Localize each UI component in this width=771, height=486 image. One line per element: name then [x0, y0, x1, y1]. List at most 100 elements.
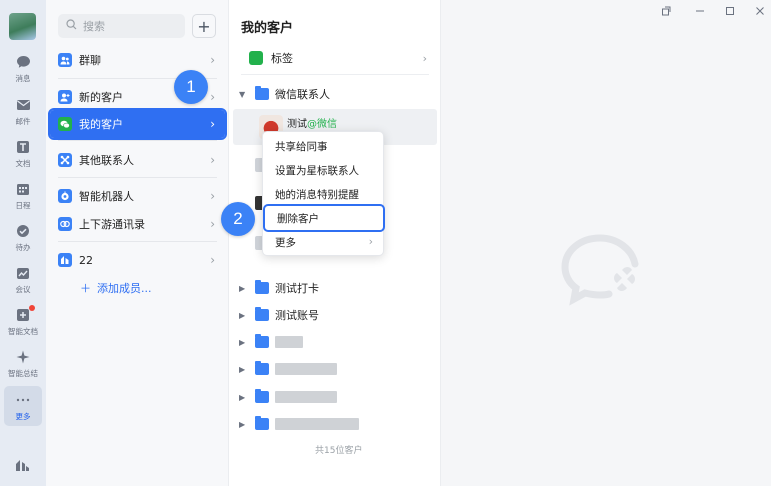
pin-icon[interactable]: [655, 2, 677, 20]
rail-label: 智能文档: [8, 327, 38, 336]
link-icon: [58, 217, 72, 231]
nav-item-supply-chain[interactable]: 上下游通讯录 ›: [50, 210, 225, 238]
nav-item-group-chat[interactable]: 群聊 ›: [50, 46, 225, 74]
add-button-label: +: [197, 16, 211, 36]
caret-right-icon: ▶: [239, 310, 246, 320]
close-icon[interactable]: [749, 2, 771, 20]
caret-down-icon: ▼: [239, 89, 246, 99]
tag-label: 标签: [271, 52, 293, 65]
group-row-redacted[interactable]: ▶: [235, 385, 435, 409]
add-member-link[interactable]: ＋ 添加成员...: [80, 280, 152, 296]
caret-right-icon: ▶: [239, 283, 246, 293]
step-badge-1: 1: [174, 70, 208, 104]
todo-check-icon: [15, 223, 31, 239]
search-input[interactable]: 搜索: [58, 14, 185, 38]
divider: [241, 74, 429, 75]
divider: [58, 177, 217, 178]
add-member-label: 添加成员...: [97, 282, 152, 295]
notification-dot: [29, 305, 35, 311]
nav-item-my-customers[interactable]: 我的客户 ›: [48, 108, 227, 140]
caret-right-icon: ▶: [239, 419, 246, 429]
redacted-label: [275, 418, 359, 430]
customer-count: 共15位客户: [315, 446, 363, 456]
menu-item-delete-customer[interactable]: 删除客户: [263, 204, 385, 232]
calendar-icon: [15, 181, 31, 197]
group-chat-icon: [58, 53, 72, 67]
group-label: 微信联系人: [275, 88, 330, 101]
menu-item-label: 共享给同事: [275, 140, 328, 153]
chevron-right-icon: ›: [210, 117, 215, 131]
menu-item-more[interactable]: 更多 ›: [263, 230, 383, 254]
rail-item-todo[interactable]: 待办: [4, 217, 42, 257]
menu-item-special-reminder[interactable]: 她的消息特别提醒: [263, 182, 383, 206]
folder-icon: [255, 86, 269, 100]
user-avatar[interactable]: [9, 13, 36, 40]
chevron-right-icon: ›: [210, 53, 215, 67]
document-icon: [15, 139, 31, 155]
detail-panel: [441, 0, 771, 486]
rail-item-smart-summary[interactable]: 智能总结: [4, 343, 42, 383]
organization-icon: [58, 253, 72, 267]
add-button[interactable]: +: [192, 14, 216, 38]
group-row-redacted[interactable]: ▶: [235, 357, 435, 381]
rail-item-messages[interactable]: 消息: [4, 48, 42, 88]
robot-icon: [58, 189, 72, 203]
tag-icon: [249, 51, 263, 65]
rail-label: 文档: [15, 159, 31, 168]
left-rail: 消息 邮件 文档 日程 待办 会议 智能文档 智能总结 更多: [0, 0, 46, 486]
group-wechat-contacts[interactable]: ▼ 微信联系人: [235, 82, 435, 106]
nav-item-org-22[interactable]: 22 ›: [50, 246, 225, 274]
rail-item-smart-doc[interactable]: 智能文档: [4, 301, 42, 341]
nav-item-label: 我的客户: [79, 118, 123, 131]
nav-item-label: 智能机器人: [79, 190, 134, 203]
nav-item-label: 其他联系人: [79, 154, 134, 167]
page-title: 我的客户: [241, 21, 294, 36]
rail-item-meeting[interactable]: 会议: [4, 259, 42, 299]
step-number: 2: [233, 209, 243, 228]
group-row[interactable]: ▶ 测试账号: [235, 303, 435, 327]
folder-icon: [255, 307, 269, 321]
rail-label: 消息: [15, 74, 31, 83]
group-row-redacted[interactable]: ▶: [235, 412, 435, 436]
group-row[interactable]: ▶ 测试打卡: [235, 276, 435, 300]
step-number: 1: [186, 77, 196, 96]
caret-right-icon: ▶: [239, 364, 246, 374]
caret-right-icon: ▶: [239, 337, 246, 347]
group-label: 测试账号: [275, 309, 319, 322]
plus-icon: ＋: [80, 282, 91, 295]
menu-item-label: 删除客户: [277, 212, 319, 225]
menu-item-label: 更多: [275, 236, 296, 249]
contact-name-text: 测试: [287, 119, 307, 130]
nav-item-label: 22: [79, 253, 93, 267]
rail-label: 邮件: [15, 117, 31, 126]
nav-item-smart-robot[interactable]: 智能机器人 ›: [50, 182, 225, 210]
chevron-right-icon: ›: [368, 236, 373, 248]
chevron-right-icon: ›: [210, 153, 215, 167]
divider: [58, 140, 217, 141]
caret-right-icon: ▶: [239, 392, 246, 402]
rail-item-docs[interactable]: 文档: [4, 133, 42, 173]
folder-icon: [255, 280, 269, 294]
new-customer-icon: [58, 90, 72, 104]
minimize-icon[interactable]: [689, 2, 711, 20]
chevron-right-icon: ›: [422, 51, 427, 65]
rail-item-more[interactable]: 更多: [4, 386, 42, 426]
chevron-right-icon: ›: [210, 90, 215, 104]
tag-row[interactable]: 标签 ›: [235, 46, 431, 70]
other-contacts-icon: [58, 153, 72, 167]
rail-item-mail[interactable]: 邮件: [4, 91, 42, 131]
maximize-icon[interactable]: [719, 2, 741, 20]
menu-item-label: 她的消息特别提醒: [275, 188, 359, 201]
folder-icon: [255, 334, 269, 348]
rail-label: 待办: [15, 243, 31, 252]
wechat-icon: [58, 117, 72, 131]
settings-icon[interactable]: [14, 458, 32, 474]
group-label: 测试打卡: [275, 282, 319, 295]
nav-item-other-contacts[interactable]: 其他联系人 ›: [50, 146, 225, 174]
menu-item-star[interactable]: 设置为星标联系人: [263, 158, 383, 182]
group-row-redacted[interactable]: ▶: [235, 330, 435, 354]
rail-item-calendar[interactable]: 日程: [4, 175, 42, 215]
nav-item-label: 上下游通讯录: [79, 218, 145, 231]
context-menu: 共享给同事 设置为星标联系人 她的消息特别提醒 删除客户 更多 ›: [262, 131, 385, 256]
menu-item-share[interactable]: 共享给同事: [263, 134, 383, 158]
